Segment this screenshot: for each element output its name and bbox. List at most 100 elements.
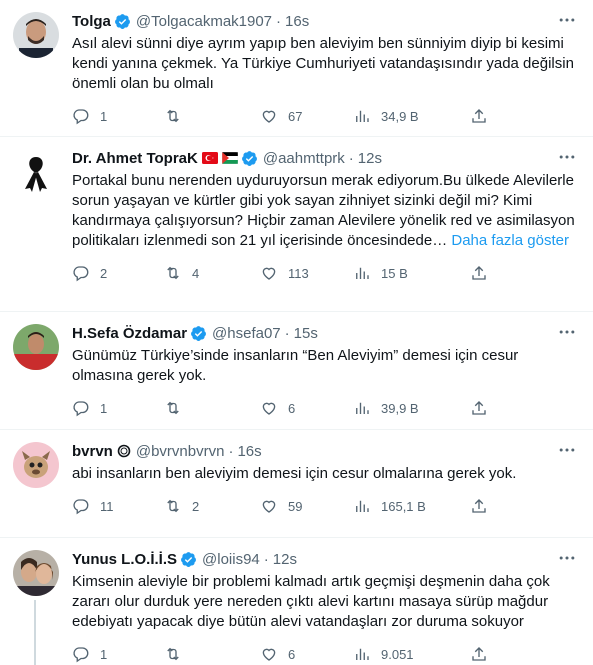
views-icon bbox=[356, 267, 369, 279]
reply-button[interactable]: 11 bbox=[72, 496, 114, 516]
share-icon bbox=[472, 109, 486, 123]
more-icon[interactable] bbox=[557, 10, 577, 30]
verified-icon bbox=[181, 551, 196, 567]
timestamp[interactable]: 12s bbox=[358, 150, 382, 167]
author-handle[interactable]: @hsefa07 bbox=[212, 325, 281, 342]
views-icon bbox=[356, 110, 369, 122]
reply-count: 1 bbox=[100, 108, 108, 124]
view-count: 165,1 B bbox=[381, 498, 426, 514]
like-button[interactable]: 67 bbox=[260, 106, 302, 126]
share-icon bbox=[472, 266, 486, 280]
retweet-icon bbox=[167, 109, 179, 123]
reply-button[interactable]: 1 bbox=[72, 398, 107, 418]
reply-button[interactable]: 1 bbox=[72, 644, 107, 664]
author-handle[interactable]: @loiis94 bbox=[202, 551, 260, 568]
retweet-button[interactable] bbox=[164, 398, 192, 418]
timestamp[interactable]: 12s bbox=[273, 551, 297, 568]
timestamp[interactable]: 16s bbox=[237, 443, 261, 460]
reply-count: 1 bbox=[100, 400, 108, 416]
avatar[interactable] bbox=[13, 550, 59, 596]
views-button[interactable]: 165,1 B bbox=[353, 496, 426, 516]
like-count: 6 bbox=[288, 646, 296, 662]
retweet-button[interactable]: 2 bbox=[164, 496, 199, 516]
separator-dot: · bbox=[228, 442, 234, 460]
reply-icon bbox=[73, 647, 89, 663]
avatar[interactable] bbox=[13, 324, 59, 370]
tweet-sefa-ozdamar[interactable]: H.Sefa Özdamar @hsefa07 · 15s Günümüz Tü… bbox=[0, 312, 593, 430]
more-icon[interactable] bbox=[557, 147, 577, 167]
tweet-text: Günümüz Türkiye’sinde insanların “Ben Al… bbox=[72, 347, 519, 384]
show-more-link[interactable]: Daha fazla göster bbox=[451, 232, 569, 249]
views-icon bbox=[356, 648, 369, 660]
views-button[interactable]: 39,9 B bbox=[353, 398, 419, 418]
timestamp[interactable]: 16s bbox=[285, 13, 309, 30]
avatar[interactable] bbox=[13, 12, 59, 58]
author-name[interactable]: Tolga bbox=[72, 13, 111, 30]
reply-count: 1 bbox=[100, 646, 108, 662]
palestine-flag-icon bbox=[221, 152, 238, 164]
separator-dot: · bbox=[263, 550, 269, 568]
more-icon[interactable] bbox=[557, 322, 577, 342]
like-icon bbox=[262, 110, 276, 123]
views-button[interactable]: 34,9 B bbox=[353, 106, 419, 126]
author-handle[interactable]: @aahmttprk bbox=[263, 150, 345, 167]
tweet-tolga[interactable]: Tolga @Tolgacakmak1907 · 16s Asıl alevi … bbox=[0, 0, 593, 137]
views-icon bbox=[356, 500, 369, 512]
share-icon bbox=[472, 401, 486, 415]
share-button[interactable] bbox=[470, 106, 498, 126]
like-button[interactable]: 6 bbox=[260, 398, 295, 418]
avatar[interactable] bbox=[13, 442, 59, 488]
like-icon bbox=[262, 648, 276, 661]
author-name[interactable]: Dr. Ahmet TopraK bbox=[72, 150, 198, 167]
reply-count: 11 bbox=[100, 498, 114, 514]
tweet-text-container: Portakal bunu nerenden uyduruyorsun mera… bbox=[72, 171, 575, 251]
reply-icon bbox=[73, 109, 89, 125]
retweet-icon bbox=[167, 499, 179, 513]
tweet-yunus-loiis[interactable]: Yunus L.O.İ.İ.S @loiis94 · 12s Kimsenin … bbox=[0, 538, 593, 665]
share-button[interactable] bbox=[470, 398, 498, 418]
like-count: 113 bbox=[288, 265, 309, 281]
share-button[interactable] bbox=[470, 496, 498, 516]
reply-feed: Tolga @Tolgacakmak1907 · 16s Asıl alevi … bbox=[0, 0, 593, 665]
like-icon bbox=[262, 267, 276, 280]
views-button[interactable]: 9.051 bbox=[353, 644, 414, 664]
action-bar: 1 67 34,9 B bbox=[72, 94, 577, 138]
separator-dot: · bbox=[284, 324, 290, 342]
reply-button[interactable]: 2 bbox=[72, 263, 107, 283]
retweet-button[interactable] bbox=[164, 106, 192, 126]
separator-dot: · bbox=[348, 149, 354, 167]
more-icon[interactable] bbox=[557, 440, 577, 460]
share-button[interactable] bbox=[470, 263, 498, 283]
avatar[interactable] bbox=[13, 149, 59, 195]
author-handle[interactable]: @bvrvnbvrvn bbox=[136, 443, 225, 460]
author-name[interactable]: Yunus L.O.İ.İ.S bbox=[72, 551, 177, 568]
share-button[interactable] bbox=[470, 644, 498, 664]
view-count: 9.051 bbox=[381, 646, 414, 662]
share-icon bbox=[472, 499, 486, 513]
timestamp[interactable]: 15s bbox=[294, 325, 318, 342]
view-count: 34,9 B bbox=[381, 108, 419, 124]
views-button[interactable]: 15 B bbox=[353, 263, 408, 283]
like-button[interactable]: 6 bbox=[260, 644, 295, 664]
retweet-icon bbox=[167, 266, 179, 280]
views-icon bbox=[356, 402, 369, 414]
like-button[interactable]: 59 bbox=[260, 496, 302, 516]
retweet-count: 4 bbox=[192, 265, 200, 281]
view-count: 39,9 B bbox=[381, 400, 419, 416]
reply-count: 2 bbox=[100, 265, 108, 281]
reply-icon bbox=[73, 401, 89, 417]
author-handle[interactable]: @Tolgacakmak1907 bbox=[136, 13, 272, 30]
tweet-bvrvn[interactable]: bvrvn @bvrvnbvrvn · 16s abi insanların b… bbox=[0, 430, 593, 538]
like-button[interactable]: 113 bbox=[260, 263, 309, 283]
reply-button[interactable]: 1 bbox=[72, 106, 107, 126]
author-name[interactable]: H.Sefa Özdamar bbox=[72, 325, 187, 342]
author-name[interactable]: bvrvn bbox=[72, 443, 113, 460]
tweet-ahmet-toprak[interactable]: Dr. Ahmet TopraK @aahmttprk · 12s Portak… bbox=[0, 137, 593, 312]
verified-icon bbox=[114, 13, 130, 29]
like-count: 59 bbox=[288, 498, 303, 514]
action-bar: 11 2 59 165,1 B bbox=[72, 484, 577, 528]
more-icon[interactable] bbox=[557, 548, 577, 568]
retweet-button[interactable] bbox=[164, 644, 192, 664]
retweet-button[interactable]: 4 bbox=[164, 263, 199, 283]
like-icon bbox=[262, 402, 276, 415]
